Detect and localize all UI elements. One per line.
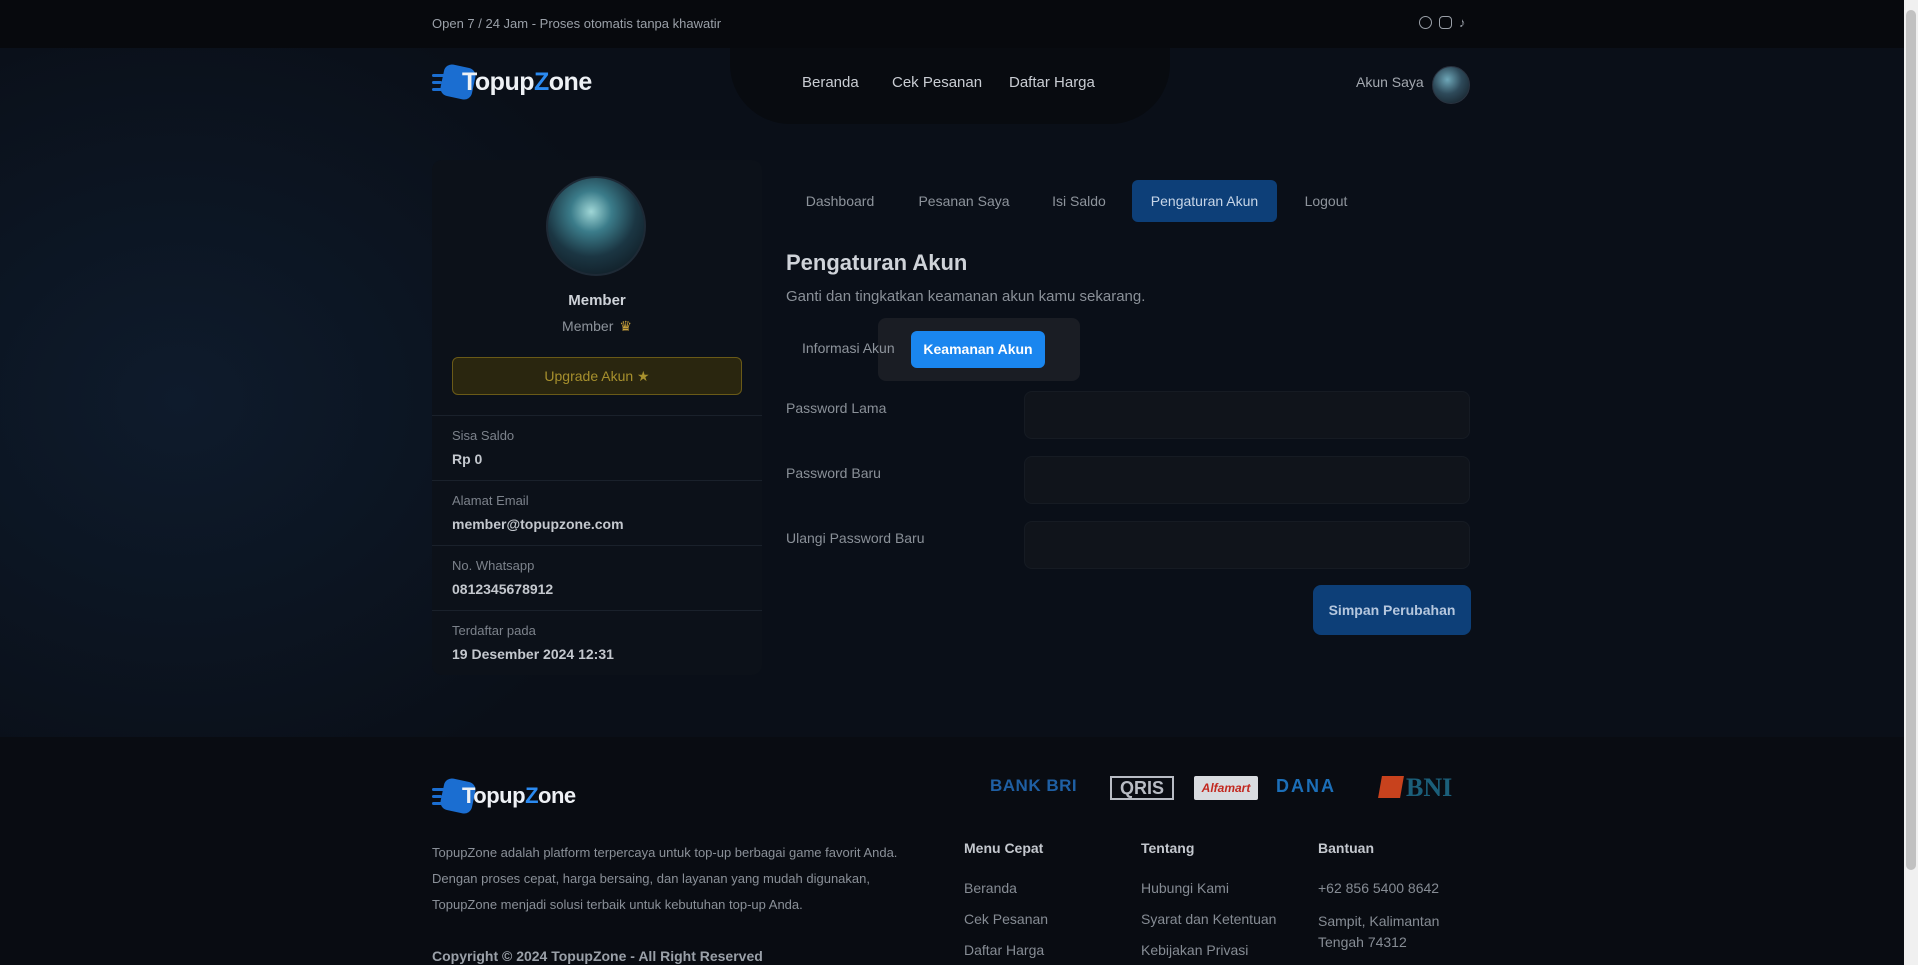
new-password-input[interactable] (1024, 456, 1470, 504)
subtab-informasi-akun[interactable]: Informasi Akun (802, 340, 895, 356)
payment-bni-logo: BNI (1378, 775, 1464, 801)
nav-beranda[interactable]: Beranda (802, 74, 859, 91)
topbar-tagline: Open 7 / 24 Jam - Proses otomatis tanpa … (432, 16, 722, 31)
payment-qris-logo: QRIS (1110, 776, 1174, 800)
footer-col-title-tentang: Tentang (1141, 840, 1195, 856)
profile-level: Member ♛ (562, 318, 632, 334)
footer-col-title-bantuan: Bantuan (1318, 840, 1374, 856)
upgrade-account-button[interactable]: Upgrade Akun ★ (452, 357, 742, 395)
profile-field-balance: Sisa Saldo Rp 0 (432, 415, 762, 480)
crown-icon: ♛ (619, 318, 632, 334)
nav-cek-pesanan[interactable]: Cek Pesanan (892, 74, 982, 91)
old-password-label: Password Lama (786, 400, 887, 416)
confirm-password-input[interactable] (1024, 521, 1470, 569)
footer-phone: +62 856 5400 8642 (1318, 880, 1440, 896)
site-logo[interactable]: TopupZone (432, 63, 592, 101)
profile-name: Member (568, 292, 626, 309)
bni-mark-icon (1378, 776, 1404, 798)
footer (0, 737, 1918, 965)
whatsapp-icon[interactable] (1419, 16, 1432, 29)
tab-isi-saldo[interactable]: Isi Saldo (1036, 180, 1122, 222)
tab-dashboard[interactable]: Dashboard (786, 180, 894, 222)
subtab-keamanan-akun[interactable]: Keamanan Akun (911, 331, 1045, 368)
account-tabs: Dashboard Pesanan Saya Isi Saldo Pengatu… (0, 180, 1918, 222)
avatar[interactable] (1432, 66, 1470, 104)
payment-alfamart-logo: Alfamart (1194, 776, 1258, 800)
nav-daftar-harga[interactable]: Daftar Harga (1009, 74, 1095, 91)
footer-link[interactable]: Kebijakan Privasi (1141, 942, 1248, 958)
profile-field-registered: Terdaftar pada 19 Desember 2024 12:31 (432, 610, 762, 675)
top-bar: Open 7 / 24 Jam - Proses otomatis tanpa … (0, 0, 1918, 48)
star-icon: ★ (637, 368, 650, 384)
confirm-password-label: Ulangi Password Baru (786, 530, 925, 546)
account-menu-label[interactable]: Akun Saya (1356, 74, 1424, 90)
tiktok-icon[interactable]: ♪ (1459, 16, 1472, 29)
logo-text: TopupZone (462, 783, 576, 808)
footer-address: Sampit, Kalimantan Tengah 74312 (1318, 913, 1440, 950)
save-button[interactable]: Simpan Perubahan (1313, 585, 1471, 635)
footer-description: TopupZone adalah platform terpercaya unt… (432, 845, 898, 912)
payment-bri-logo: BANK BRI (990, 776, 1078, 795)
footer-logo[interactable]: TopupZone (432, 777, 576, 815)
footer-link[interactable]: Beranda (964, 880, 1017, 896)
footer-link[interactable]: Hubungi Kami (1141, 880, 1229, 896)
tab-pengaturan-akun[interactable]: Pengaturan Akun (1132, 180, 1277, 222)
copyright: Copyright © 2024 TopupZone - All Right R… (432, 948, 763, 964)
instagram-icon[interactable] (1439, 16, 1452, 29)
old-password-input[interactable] (1024, 391, 1470, 439)
footer-link[interactable]: Cek Pesanan (964, 911, 1048, 927)
footer-link[interactable]: Syarat dan Ketentuan (1141, 911, 1276, 927)
footer-col-title-menu: Menu Cepat (964, 840, 1044, 856)
tab-pesanan-saya[interactable]: Pesanan Saya (902, 180, 1026, 222)
tab-logout[interactable]: Logout (1288, 180, 1364, 222)
new-password-label: Password Baru (786, 465, 881, 481)
scrollbar-thumb[interactable] (1906, 10, 1916, 870)
profile-field-email: Alamat Email member@topupzone.com (432, 480, 762, 545)
page-subtitle: Ganti dan tingkatkan keamanan akun kamu … (786, 288, 1146, 305)
footer-link[interactable]: Daftar Harga (964, 942, 1044, 958)
profile-field-whatsapp: No. Whatsapp 0812345678912 (432, 545, 762, 610)
payment-dana-logo: DANA (1276, 776, 1336, 796)
logo-text: TopupZone (462, 67, 592, 96)
page-title: Pengaturan Akun (786, 250, 968, 275)
